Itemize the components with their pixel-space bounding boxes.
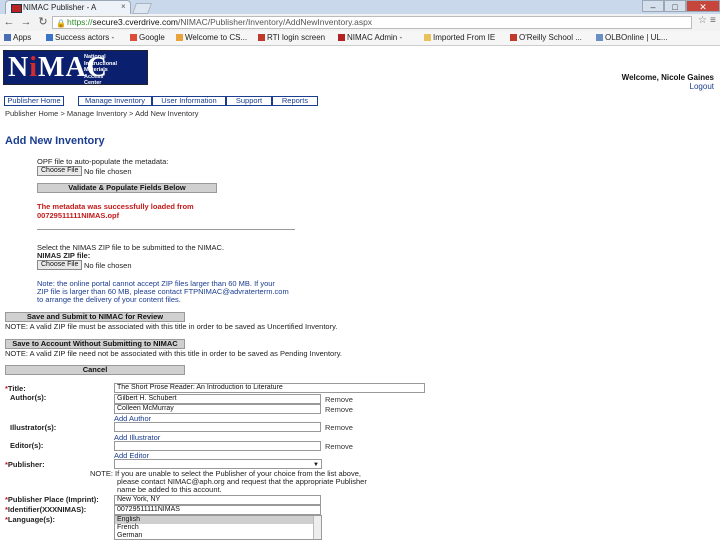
maximize-icon[interactable]: □	[664, 0, 686, 12]
welcome-text: Welcome, Nicole Gaines	[621, 73, 714, 82]
bookmark-item[interactable]: Apps	[4, 33, 31, 42]
bookmark-item[interactable]: OLBOnline | UL...	[596, 33, 668, 42]
bookmark-item[interactable]: Welcome to CS...	[176, 33, 247, 42]
publisher-place-field[interactable]: New York, NY	[114, 495, 321, 505]
tab-title: NIMAC Publisher - A	[23, 3, 97, 12]
nav-support[interactable]: Support	[226, 96, 272, 106]
author-field[interactable]: Gilbert H. Schubert	[114, 394, 321, 404]
logout-link[interactable]: Logout	[690, 82, 714, 91]
browser-tab-bar: NIMAC Publisher - A × – □ ✕	[0, 0, 720, 14]
nimac-logo[interactable]: NiMAC National Instructional Materials A…	[3, 50, 148, 86]
remove-author-link[interactable]: Remove	[325, 405, 353, 414]
bookmark-item[interactable]: NIMAC Admin -	[338, 33, 402, 42]
illustrators-label: Illustrator(s):	[10, 423, 57, 432]
language-option[interactable]: German	[115, 532, 321, 539]
identifier-field[interactable]: 00729511111NIMAS	[114, 505, 321, 515]
editors-label: Editor(s):	[10, 441, 44, 450]
back-arrow-icon[interactable]: ←	[2, 16, 16, 29]
nav-reports[interactable]: Reports	[272, 96, 318, 106]
cancel-button[interactable]: Cancel	[5, 365, 185, 375]
save-note: NOTE: A valid ZIP file need not be assoc…	[5, 349, 342, 358]
window-close-icon[interactable]: ✕	[686, 0, 720, 12]
title-field[interactable]: The Short Prose Reader: An Introduction …	[114, 383, 425, 393]
save-without-submitting-button[interactable]: Save to Account Without Submitting to NI…	[5, 339, 185, 349]
section-divider	[37, 229, 295, 230]
url-scheme: https://	[67, 17, 93, 27]
google-icon	[130, 34, 137, 41]
illustrator-field[interactable]	[114, 422, 321, 432]
browser-tab[interactable]: NIMAC Publisher - A ×	[5, 0, 131, 14]
breadcrumb: Publisher Home > Manage Inventory > Add …	[5, 109, 199, 118]
folder-icon	[424, 34, 431, 41]
bookmark-star-icon[interactable]: ☆	[698, 15, 707, 26]
apps-icon	[4, 34, 11, 41]
tab-favicon-icon	[11, 4, 22, 13]
listbox-scrollbar[interactable]	[313, 516, 321, 539]
opf-no-file-text: No file chosen	[84, 167, 132, 176]
bookmark-item[interactable]: O'Reilly School ...	[510, 33, 582, 42]
url-host: secure3.cverdrive.com	[92, 17, 179, 27]
bookmark-icon	[510, 34, 517, 41]
editor-field[interactable]	[114, 441, 321, 451]
url-field[interactable]: 🔒 https://secure3.cverdrive.com/NIMAC/Pu…	[52, 16, 692, 29]
lock-icon: 🔒	[56, 19, 66, 28]
bookmarks-bar: Apps Success actors - Google Welcome to …	[0, 31, 720, 46]
submit-note: NOTE: A valid ZIP file must be associate…	[5, 322, 338, 331]
success-message: The metadata was successfully loaded fro…	[37, 202, 194, 211]
reload-icon[interactable]: ↻	[36, 16, 50, 29]
nav-manage-inventory[interactable]: Manage Inventory	[78, 96, 152, 106]
bookmark-item[interactable]: Imported From IE	[424, 33, 495, 42]
flag-icon	[338, 34, 345, 41]
minimize-icon[interactable]: –	[642, 0, 664, 12]
new-tab-button[interactable]	[131, 3, 153, 14]
tab-close-icon[interactable]: ×	[121, 2, 126, 11]
address-bar-row: ← → ↻ 🔒 https://secure3.cverdrive.com/NI…	[0, 14, 720, 32]
bookmark-item[interactable]: Success actors -	[46, 33, 114, 42]
validate-populate-button[interactable]: Validate & Populate Fields Below	[37, 183, 217, 193]
save-submit-button[interactable]: Save and Submit to NIMAC for Review	[5, 312, 185, 322]
nimas-choose-file-button[interactable]: Choose File	[37, 260, 83, 270]
bookmark-icon	[596, 34, 603, 41]
remove-illustrator-link[interactable]: Remove	[325, 423, 353, 432]
bookmark-icon	[176, 34, 183, 41]
language-option[interactable]: English	[115, 516, 321, 524]
publisher-dropdown[interactable]: ▼	[114, 459, 322, 469]
title-label: Title:	[7, 384, 26, 393]
remove-author-link[interactable]: Remove	[325, 395, 353, 404]
authors-label: Author(s):	[10, 393, 47, 402]
publisher-label: Publisher:	[7, 460, 45, 469]
publisher-place-label: Publisher Place (Imprint):	[7, 495, 99, 504]
remove-editor-link[interactable]: Remove	[325, 442, 353, 451]
author-field[interactable]: Colleen McMurray	[114, 404, 321, 414]
bookmark-icon	[46, 34, 53, 41]
page-title: Add New Inventory	[5, 135, 105, 147]
forward-arrow-icon[interactable]: →	[19, 16, 33, 29]
nav-user-information[interactable]: User Information	[152, 96, 226, 106]
logo-tagline: National Instructional Materials Access …	[84, 54, 118, 86]
success-filename: 00729511111NIMAS.opf	[37, 211, 120, 220]
opf-choose-file-button[interactable]: Choose File	[37, 166, 83, 176]
nimas-no-file-text: No file chosen	[84, 261, 132, 270]
size-note-delivery: to arrange the delivery of your content …	[37, 295, 181, 304]
nimas-zip-label: NIMAS ZIP file:	[37, 251, 91, 260]
opf-prompt: OPF file to auto-populate the metadata:	[37, 157, 169, 166]
language-listbox[interactable]: English French German	[114, 515, 322, 540]
url-path: /NIMAC/Publisher/Inventory/AddNewInvento…	[178, 17, 373, 27]
bookmark-item[interactable]: Google	[130, 33, 165, 42]
chevron-down-icon: ▼	[313, 462, 319, 468]
bookmark-icon	[258, 34, 265, 41]
identifier-label: Identifier(XXXNIMAS):	[7, 505, 87, 514]
publisher-note-end: name be added to this account.	[117, 485, 222, 494]
bookmark-item[interactable]: RTI login screen	[258, 33, 325, 42]
language-label: Language(s):	[7, 515, 56, 524]
nav-publisher-home[interactable]: Publisher Home	[4, 96, 64, 106]
language-option[interactable]: French	[115, 524, 321, 532]
browser-menu-icon[interactable]: ≡	[710, 15, 716, 26]
